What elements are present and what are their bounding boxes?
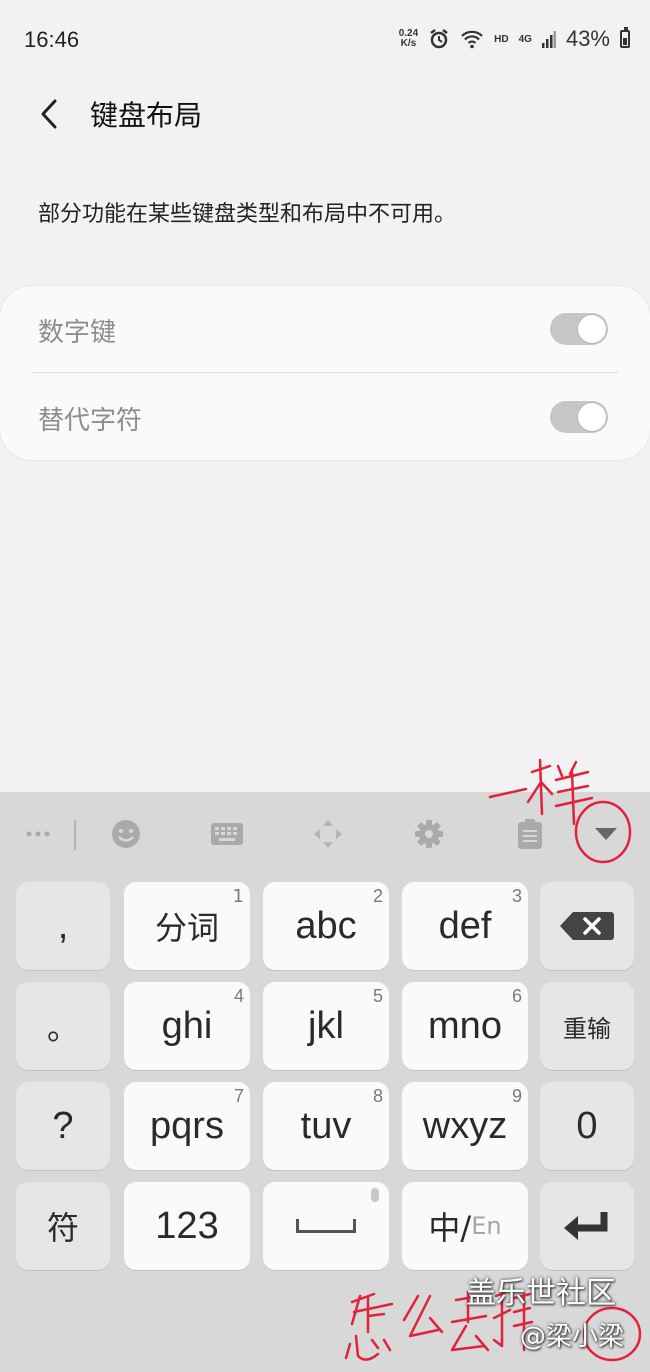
clipboard-icon[interactable] <box>510 814 550 854</box>
key-number: 7 <box>233 1086 244 1106</box>
network-speed: 0.24 K/s <box>398 28 419 49</box>
period-key[interactable]: 。 <box>16 982 110 1070</box>
setting-label: 替代字符 <box>38 406 143 436</box>
setting-label: 数字键 <box>38 318 117 348</box>
space-icon <box>296 1219 356 1233</box>
key-abc[interactable]: abc 2 <box>263 882 389 970</box>
key-number: 4 <box>233 986 244 1006</box>
status-icons: 0.24 K/s HD 4G 43% <box>399 26 630 52</box>
watermark-site: 盖乐世社区 <box>466 1276 616 1311</box>
key-mno[interactable]: mno 6 <box>402 982 528 1070</box>
page-title: 键盘布局 <box>90 99 203 132</box>
mic-icon <box>371 1188 379 1202</box>
enter-icon <box>564 1212 608 1240</box>
battery-icon <box>620 27 630 48</box>
setting-row-number-keys[interactable]: 数字键 <box>0 286 650 373</box>
network-type: 4G <box>518 33 532 45</box>
toolbar-separator <box>74 820 76 850</box>
keyboard-toolbar <box>0 792 650 876</box>
divider <box>32 372 618 373</box>
alarm-icon <box>430 29 448 49</box>
key-number: 9 <box>511 1086 522 1106</box>
chevron-down-icon[interactable] <box>586 814 626 854</box>
symbols-key[interactable]: 符 <box>16 1182 110 1270</box>
keyboard-icon[interactable] <box>207 814 247 854</box>
status-time: 16:46 <box>24 27 80 52</box>
numbers-key[interactable]: 123 <box>124 1182 250 1270</box>
more-icon[interactable] <box>18 814 58 854</box>
key-tuv[interactable]: tuv 8 <box>263 1082 389 1170</box>
question-mark-key[interactable]: ? <box>16 1082 110 1170</box>
settings-card: 数字键 替代字符 <box>0 286 650 460</box>
back-button[interactable] <box>28 92 72 136</box>
app-header: 键盘布局 <box>0 80 650 150</box>
backspace-key[interactable] <box>540 882 634 970</box>
key-pqrs[interactable]: pqrs 7 <box>124 1082 250 1170</box>
number-keys-toggle[interactable] <box>550 313 608 345</box>
battery-percent: 43% <box>565 26 610 51</box>
key-number: 6 <box>511 986 522 1006</box>
alternative-characters-toggle[interactable] <box>550 401 608 433</box>
key-ghi[interactable]: ghi 4 <box>124 982 250 1070</box>
space-key[interactable] <box>263 1182 389 1270</box>
language-switch-key[interactable]: 中/En <box>402 1182 528 1270</box>
backspace-icon <box>560 912 614 940</box>
key-def[interactable]: def 3 <box>402 882 528 970</box>
key-number: 8 <box>372 1086 383 1106</box>
comma-key[interactable]: , <box>16 882 110 970</box>
key-number: 5 <box>372 986 383 1006</box>
key-wxyz[interactable]: wxyz 9 <box>402 1082 528 1170</box>
key-number: 1 <box>232 886 244 907</box>
zero-key[interactable]: 0 <box>540 1082 634 1170</box>
move-icon[interactable] <box>308 814 348 854</box>
setting-row-alternative-characters[interactable]: 替代字符 <box>0 374 650 460</box>
emoji-icon[interactable] <box>106 814 146 854</box>
description-text: 部分功能在某些键盘类型和布局中不可用。 <box>38 202 457 227</box>
key-number: 2 <box>372 886 383 906</box>
gear-icon[interactable] <box>409 814 449 854</box>
chevron-left-icon <box>41 99 57 129</box>
network-label: HD <box>494 33 509 45</box>
wifi-icon <box>461 30 483 49</box>
reinput-key[interactable]: 重输 <box>540 982 634 1070</box>
status-bar: 16:46 0.24 K/s HD 4G 43% <box>0 0 650 80</box>
signal-icon <box>541 31 556 48</box>
key-number: 3 <box>511 886 522 906</box>
key-segment[interactable]: 分词 1 <box>124 882 250 970</box>
enter-key[interactable] <box>540 1182 634 1270</box>
key-jkl[interactable]: jkl 5 <box>263 982 389 1070</box>
watermark-user: @梁小梁 <box>520 1322 625 1352</box>
